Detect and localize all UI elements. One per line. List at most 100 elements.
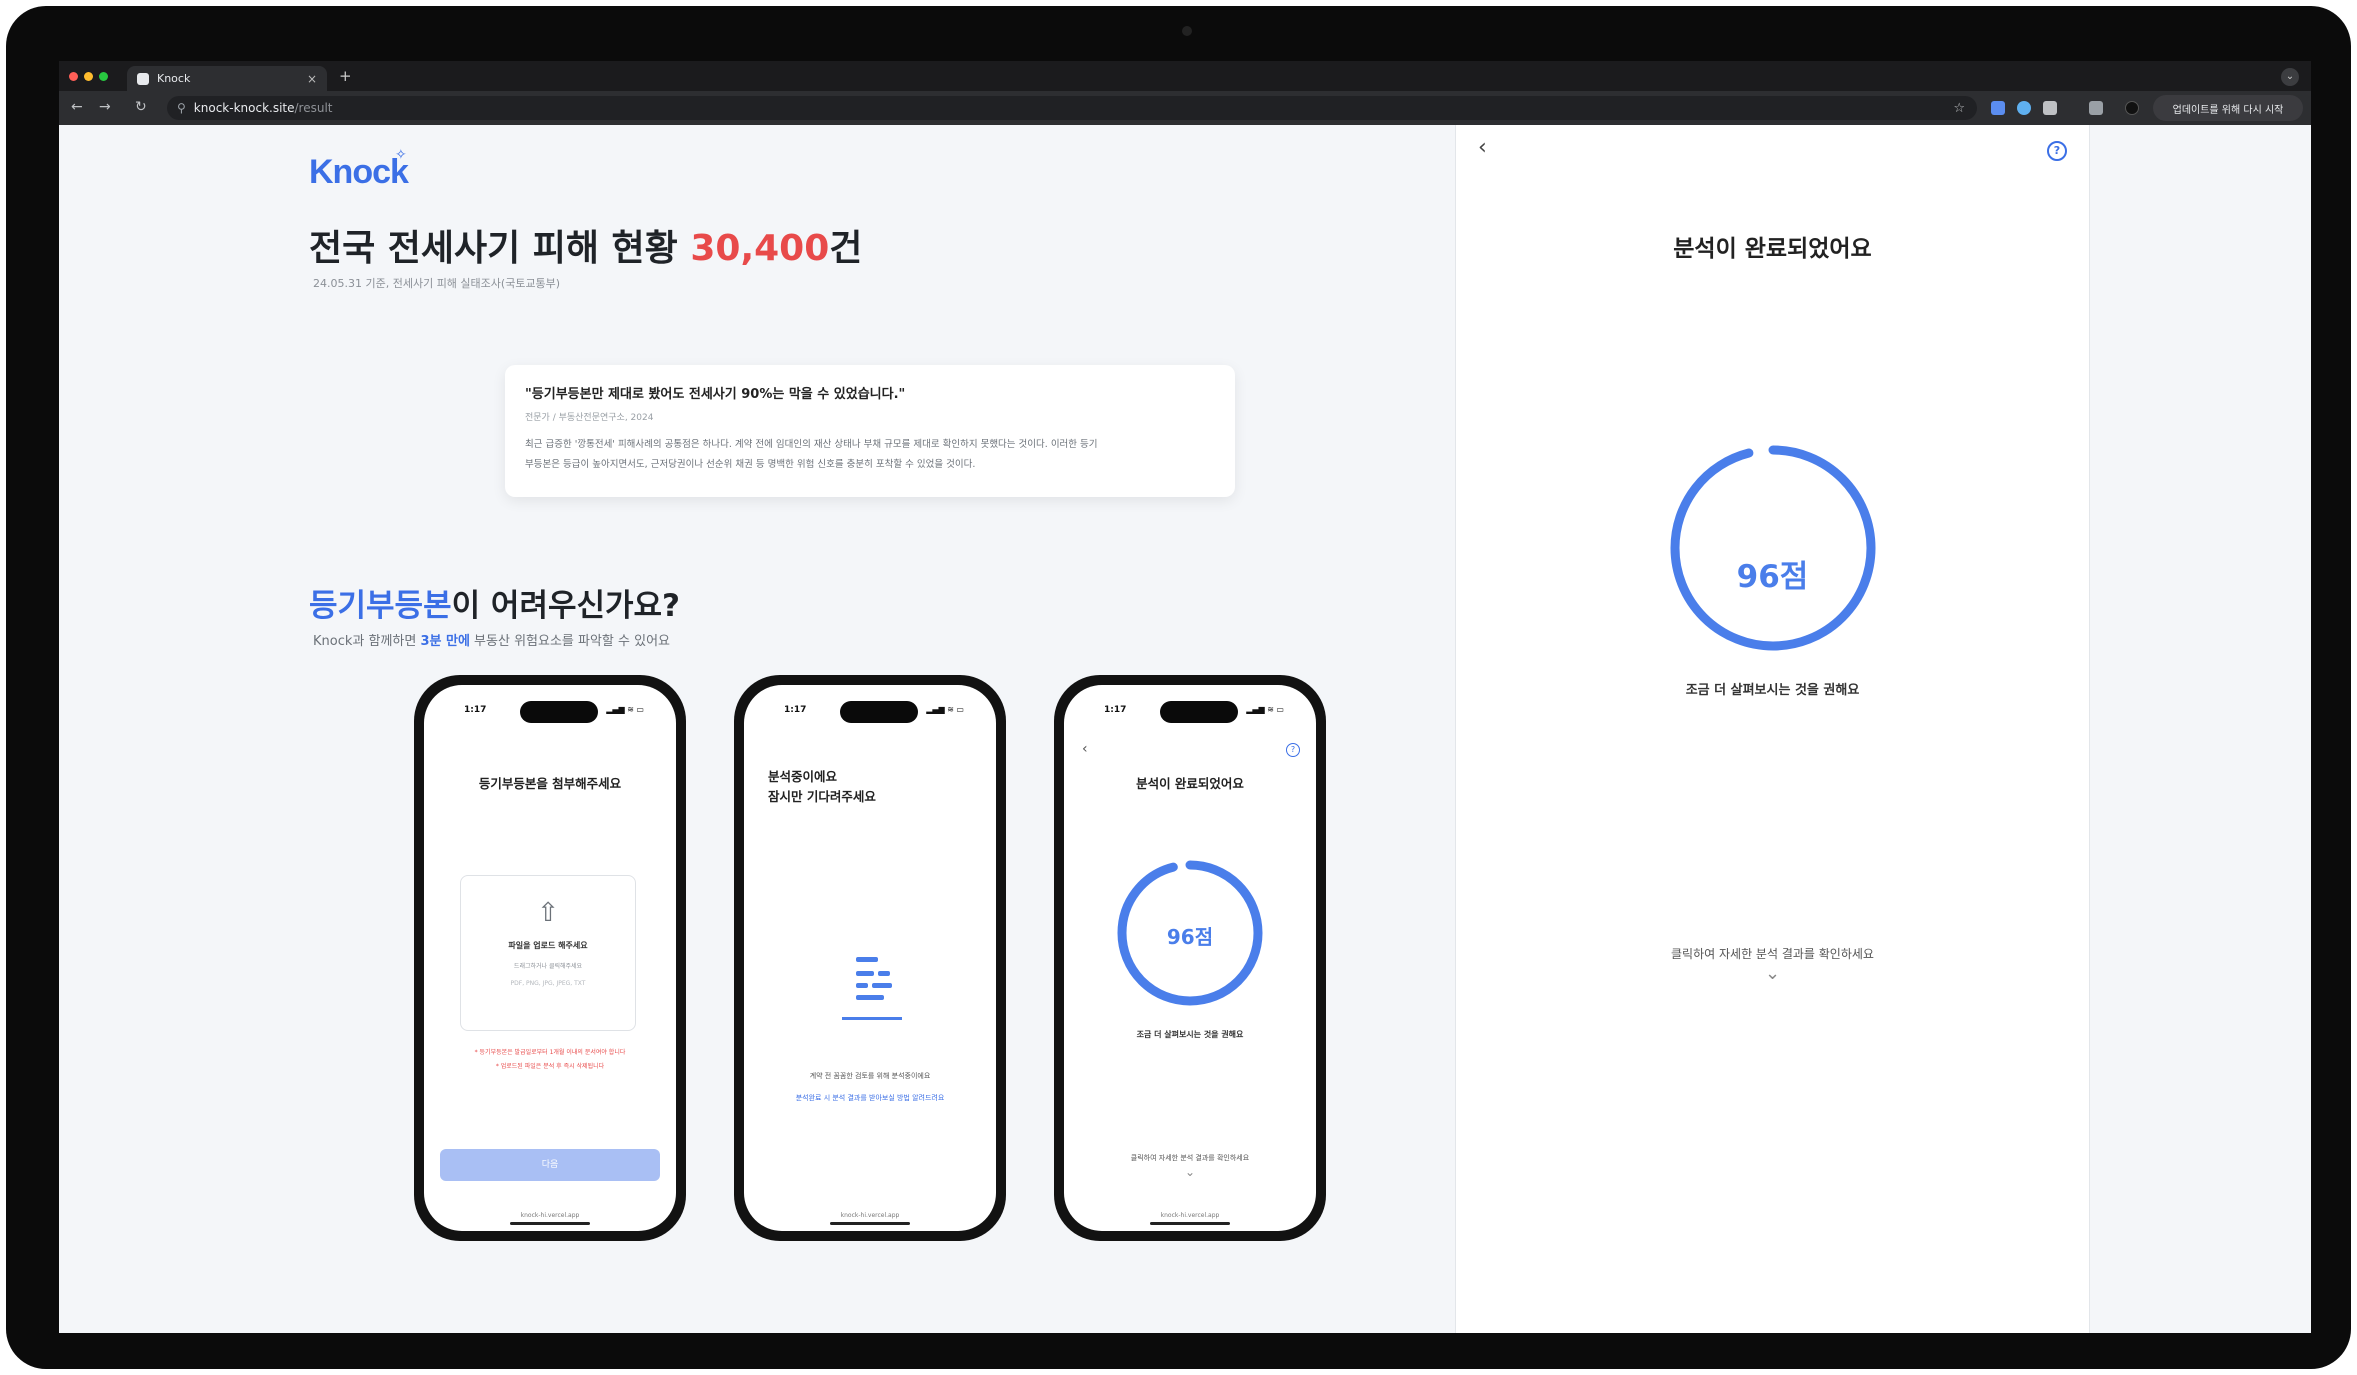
analyzing-note: 계약 전 꼼꼼한 검토를 위해 분석중이에요 bbox=[809, 1072, 931, 1080]
analyzing-title-line: 분석중이에요 bbox=[768, 769, 838, 784]
screen: Knock × + ⌄ ← → ↻ ⚲ knock-knock.site/res… bbox=[59, 61, 2311, 1333]
result-panel: ‹ ? 분석이 완료되었어요 96점 조금 더 살펴보시는 것을 권해요 클릭하… bbox=[1456, 125, 2089, 1333]
relaunch-update-button[interactable]: 업데이트를 위해 다시 시작 bbox=[2153, 95, 2303, 121]
dynamic-island bbox=[1160, 701, 1238, 723]
chevron-down-icon[interactable]: ⌄ bbox=[1456, 963, 2089, 984]
help-icon[interactable]: ? bbox=[2047, 141, 2067, 161]
tab-close-icon[interactable]: × bbox=[307, 72, 317, 86]
extension-check-icon[interactable] bbox=[2017, 101, 2031, 115]
section-heading-rest: 이 어려우신가요? bbox=[451, 588, 681, 624]
damage-headline: 전국 전세사기 피해 현황 30,400건 bbox=[309, 219, 862, 271]
score-ring bbox=[1670, 445, 1876, 651]
browser-tabbar: Knock × + ⌄ bbox=[59, 61, 2311, 91]
status-time: 1:17 bbox=[1104, 705, 1127, 715]
subtext-highlight: 3분 만에 bbox=[420, 634, 470, 649]
home-indicator bbox=[830, 1222, 910, 1225]
quote-body-line: 최근 급증한 '깡통전세' 피해사례의 공통점은 하나다. 계약 전에 임대인의… bbox=[525, 439, 1098, 450]
browser-tab[interactable]: Knock × bbox=[127, 66, 327, 91]
back-chevron-icon[interactable]: ‹ bbox=[1478, 135, 1487, 160]
status-time: 1:17 bbox=[464, 705, 487, 715]
tab-search-icon[interactable]: ⌄ bbox=[2281, 68, 2299, 86]
expert-quote-card: "등기부등본만 제대로 봤어도 전세사기 90%는 막을 수 있었습니다." 전… bbox=[505, 365, 1235, 497]
headline-source: 24.05.31 기준, 전세사기 피해 실태조사(국토교통부) bbox=[313, 277, 561, 290]
home-indicator bbox=[1150, 1222, 1230, 1225]
upload-title: 등기부등본을 첨부해주세요 bbox=[478, 776, 622, 791]
upload-warning: * 업로드된 파일은 분석 후 즉시 삭제됩니다 bbox=[495, 1063, 605, 1070]
phone-screen: 1:17 ▂▄▆ ≋ ▭ 분석중이에요 잠시만 기다려주세요 계약 전 꼼꼼한 … bbox=[744, 685, 996, 1231]
headline-number: 30,400 bbox=[690, 228, 830, 269]
profile-avatar[interactable] bbox=[2125, 101, 2139, 115]
score-value: 96점 bbox=[1736, 559, 1809, 595]
score-value: 96점 bbox=[1166, 925, 1214, 949]
analyzing-title: 분석중이에요 잠시만 기다려주세요 bbox=[768, 767, 876, 807]
forward-button[interactable]: → bbox=[99, 99, 111, 115]
analyzing-link[interactable]: 분석완료 시 분석 결과를 받아보실 방법 알려드려요 bbox=[744, 1093, 996, 1103]
phone-screen: 1:17 ▂▄▆ ≋ ▭ 등기부등본을 첨부해주세요 ⇧ 파일을 업로드 해주세… bbox=[424, 685, 676, 1231]
subtext-prefix: Knock과 함께하면 bbox=[313, 634, 421, 649]
new-tab-button[interactable]: + bbox=[339, 67, 352, 85]
address-bar[interactable]: ⚲ knock-knock.site/result ☆ bbox=[167, 96, 1977, 120]
upload-main-text: 파일을 업로드 해주세요 bbox=[508, 941, 588, 950]
chevron-down-icon[interactable]: ⌄ bbox=[1064, 1165, 1316, 1179]
upload-sub-text: 드래그하거나 클릭해주세요 bbox=[513, 963, 583, 970]
web-page: Knock ✧ 전국 전세사기 피해 현황 30,400건 24.05.31 기… bbox=[59, 125, 2311, 1333]
browser-toolbar: ← → ↻ ⚲ knock-knock.site/result ☆ 업데이트를 … bbox=[59, 91, 2311, 125]
result-title: 분석이 완료되었어요 bbox=[1673, 236, 1872, 262]
score-caption: 조금 더 살펴보시는 것을 권해요 bbox=[1685, 683, 1860, 698]
dynamic-island bbox=[840, 701, 918, 723]
site-info-icon[interactable]: ⚲ bbox=[177, 101, 186, 115]
device-bezel: Knock × + ⌄ ← → ↻ ⚲ knock-knock.site/res… bbox=[6, 6, 2351, 1369]
status-icons: ▂▄▆ ≋ ▭ bbox=[1246, 705, 1284, 714]
bookmark-star-icon[interactable]: ☆ bbox=[1953, 101, 1965, 116]
phone-footer: knock-hi.vercel.app bbox=[1160, 1212, 1220, 1219]
url-path: /result bbox=[294, 101, 333, 115]
phone-mockup-analyzing: 1:17 ▂▄▆ ≋ ▭ 분석중이에요 잠시만 기다려주세요 계약 전 꼼꼼한 … bbox=[734, 675, 1006, 1241]
upload-warning: * 등기부등본은 발급일로부터 1개월 이내의 문서여야 합니다 bbox=[474, 1049, 626, 1056]
status-icons: ▂▄▆ ≋ ▭ bbox=[926, 705, 964, 714]
reload-button[interactable]: ↻ bbox=[135, 99, 147, 115]
minimize-window-button[interactable] bbox=[84, 72, 93, 81]
extensions-puzzle-icon[interactable] bbox=[2043, 101, 2057, 115]
phone-screen: 1:17 ▂▄▆ ≋ ▭ ‹ ? 분석이 완료되었어요 96점 조금 더 살펴보… bbox=[1064, 685, 1316, 1231]
phone-footer: knock-hi.vercel.app bbox=[840, 1212, 900, 1219]
knock-logo[interactable]: Knock bbox=[309, 153, 409, 192]
phone-mockup-upload: 1:17 ▂▄▆ ≋ ▭ 등기부등본을 첨부해주세요 ⇧ 파일을 업로드 해주세… bbox=[414, 675, 686, 1241]
maximize-window-button[interactable] bbox=[99, 72, 108, 81]
upload-dropzone[interactable]: ⇧ 파일을 업로드 해주세요 드래그하거나 클릭해주세요 PDF, PNG, J… bbox=[460, 875, 636, 1031]
document-lines-icon bbox=[842, 957, 902, 1020]
analyzing-title-line: 잠시만 기다려주세요 bbox=[768, 789, 876, 804]
camera bbox=[1182, 26, 1192, 36]
phone-footer: knock-hi.vercel.app bbox=[520, 1212, 580, 1219]
url-host: knock-knock.site bbox=[193, 101, 295, 115]
score-caption: 조금 더 살펴보시는 것을 권해요 bbox=[1136, 1030, 1244, 1039]
headline-suffix: 건 bbox=[829, 228, 863, 269]
section-heading-highlight: 등기부등본 bbox=[309, 588, 452, 624]
status-time: 1:17 bbox=[784, 705, 807, 715]
close-window-button[interactable] bbox=[69, 72, 78, 81]
next-button[interactable]: 다음 bbox=[440, 1149, 660, 1181]
extension-icon[interactable] bbox=[1991, 101, 2005, 115]
back-button[interactable]: ← bbox=[71, 99, 83, 115]
detail-hint[interactable]: 클릭하여 자세한 분석 결과를 확인하세요 bbox=[1456, 945, 2089, 962]
score-ring-arc bbox=[1670, 445, 1876, 651]
phone-mockup-result: 1:17 ▂▄▆ ≋ ▭ ‹ ? 분석이 완료되었어요 96점 조금 더 살펴보… bbox=[1054, 675, 1326, 1241]
tab-title: Knock bbox=[157, 72, 191, 85]
back-chevron-icon[interactable]: ‹ bbox=[1082, 741, 1088, 757]
subtext-suffix: 부동산 위험요소를 파악할 수 있어요 bbox=[469, 634, 670, 649]
result-title: 분석이 완료되었어요 bbox=[1136, 776, 1244, 791]
favicon-icon bbox=[137, 72, 149, 85]
cast-icon[interactable] bbox=[2089, 101, 2103, 115]
section-heading: 등기부등본이 어려우신가요? bbox=[309, 580, 680, 625]
help-icon[interactable]: ? bbox=[1286, 743, 1300, 757]
detail-hint[interactable]: 클릭하여 자세한 분석 결과를 확인하세요 bbox=[1064, 1153, 1316, 1163]
upload-icon: ⇧ bbox=[537, 898, 559, 928]
status-icons: ▂▄▆ ≋ ▭ bbox=[606, 705, 644, 714]
section-subtext: Knock과 함께하면 3분 만에 부동산 위험요소를 파악할 수 있어요 bbox=[313, 630, 670, 649]
quote-body-line: 부등본은 등급이 높아지면서도, 근저당권이나 선순위 채권 등 명백한 위험 … bbox=[525, 459, 976, 470]
dynamic-island bbox=[520, 701, 598, 723]
sparkle-icon: ✧ bbox=[395, 147, 407, 163]
quote-title: "등기부등본만 제대로 봤어도 전세사기 90%는 막을 수 있었습니다." bbox=[525, 387, 906, 402]
headline-prefix: 전국 전세사기 피해 현황 bbox=[309, 228, 691, 269]
page-right-margin bbox=[2089, 125, 2311, 1333]
home-indicator bbox=[510, 1222, 590, 1225]
